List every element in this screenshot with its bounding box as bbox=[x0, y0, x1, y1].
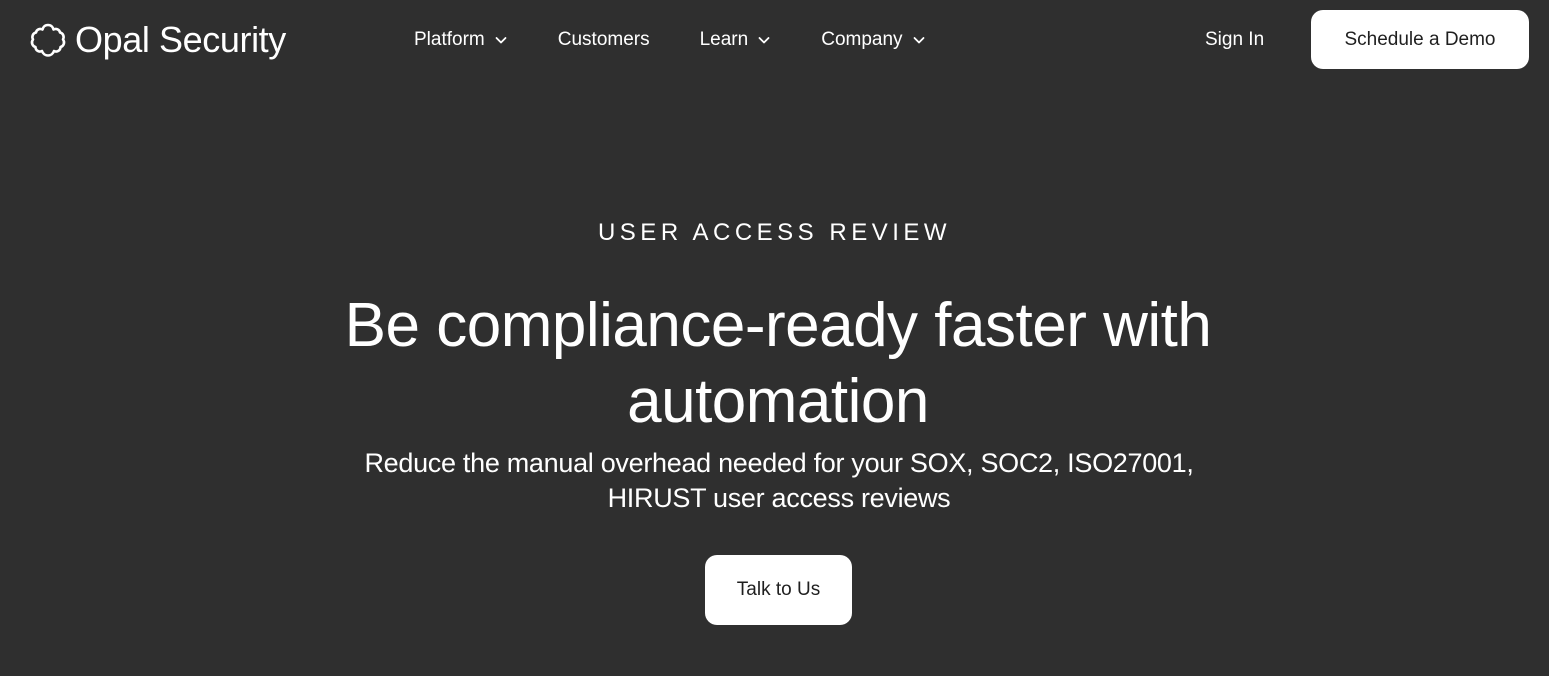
hero-headline: Be compliance-ready faster with automati… bbox=[344, 291, 1212, 436]
hero-section: USER ACCESS REVIEW Be compliance-ready f… bbox=[0, 0, 1549, 676]
nav-item-company-label: Company bbox=[821, 29, 903, 50]
nav-item-platform-label: Platform bbox=[414, 29, 485, 50]
main-menu: Platform Customers Learn Company bbox=[414, 24, 926, 56]
schedule-demo-button[interactable]: Schedule a Demo bbox=[1311, 10, 1529, 69]
nav-item-company[interactable]: Company bbox=[821, 29, 925, 51]
nav-item-customers[interactable]: Customers bbox=[558, 29, 650, 51]
nav-item-customers-label: Customers bbox=[557, 29, 650, 50]
hero-subtext: Reduce the manual overhead needed for yo… bbox=[364, 448, 1194, 513]
sign-in-link[interactable]: Sign In bbox=[1205, 26, 1264, 54]
chevron-down-icon bbox=[757, 33, 771, 47]
brand-logo-link[interactable]: Opal Security bbox=[28, 18, 286, 62]
nav-item-learn[interactable]: Learn bbox=[700, 29, 772, 51]
brand-name: Opal Security bbox=[75, 19, 286, 60]
chevron-down-icon bbox=[912, 33, 926, 47]
top-navigation: Opal Security Platform Customers Learn C… bbox=[0, 0, 1549, 80]
chevron-down-icon bbox=[494, 33, 508, 47]
hero-eyebrow: USER ACCESS REVIEW bbox=[597, 219, 952, 246]
talk-to-us-button[interactable]: Talk to Us bbox=[705, 555, 852, 625]
nav-item-learn-label: Learn bbox=[699, 29, 749, 50]
nav-item-platform[interactable]: Platform bbox=[414, 29, 508, 51]
opal-cloud-icon bbox=[28, 20, 68, 60]
